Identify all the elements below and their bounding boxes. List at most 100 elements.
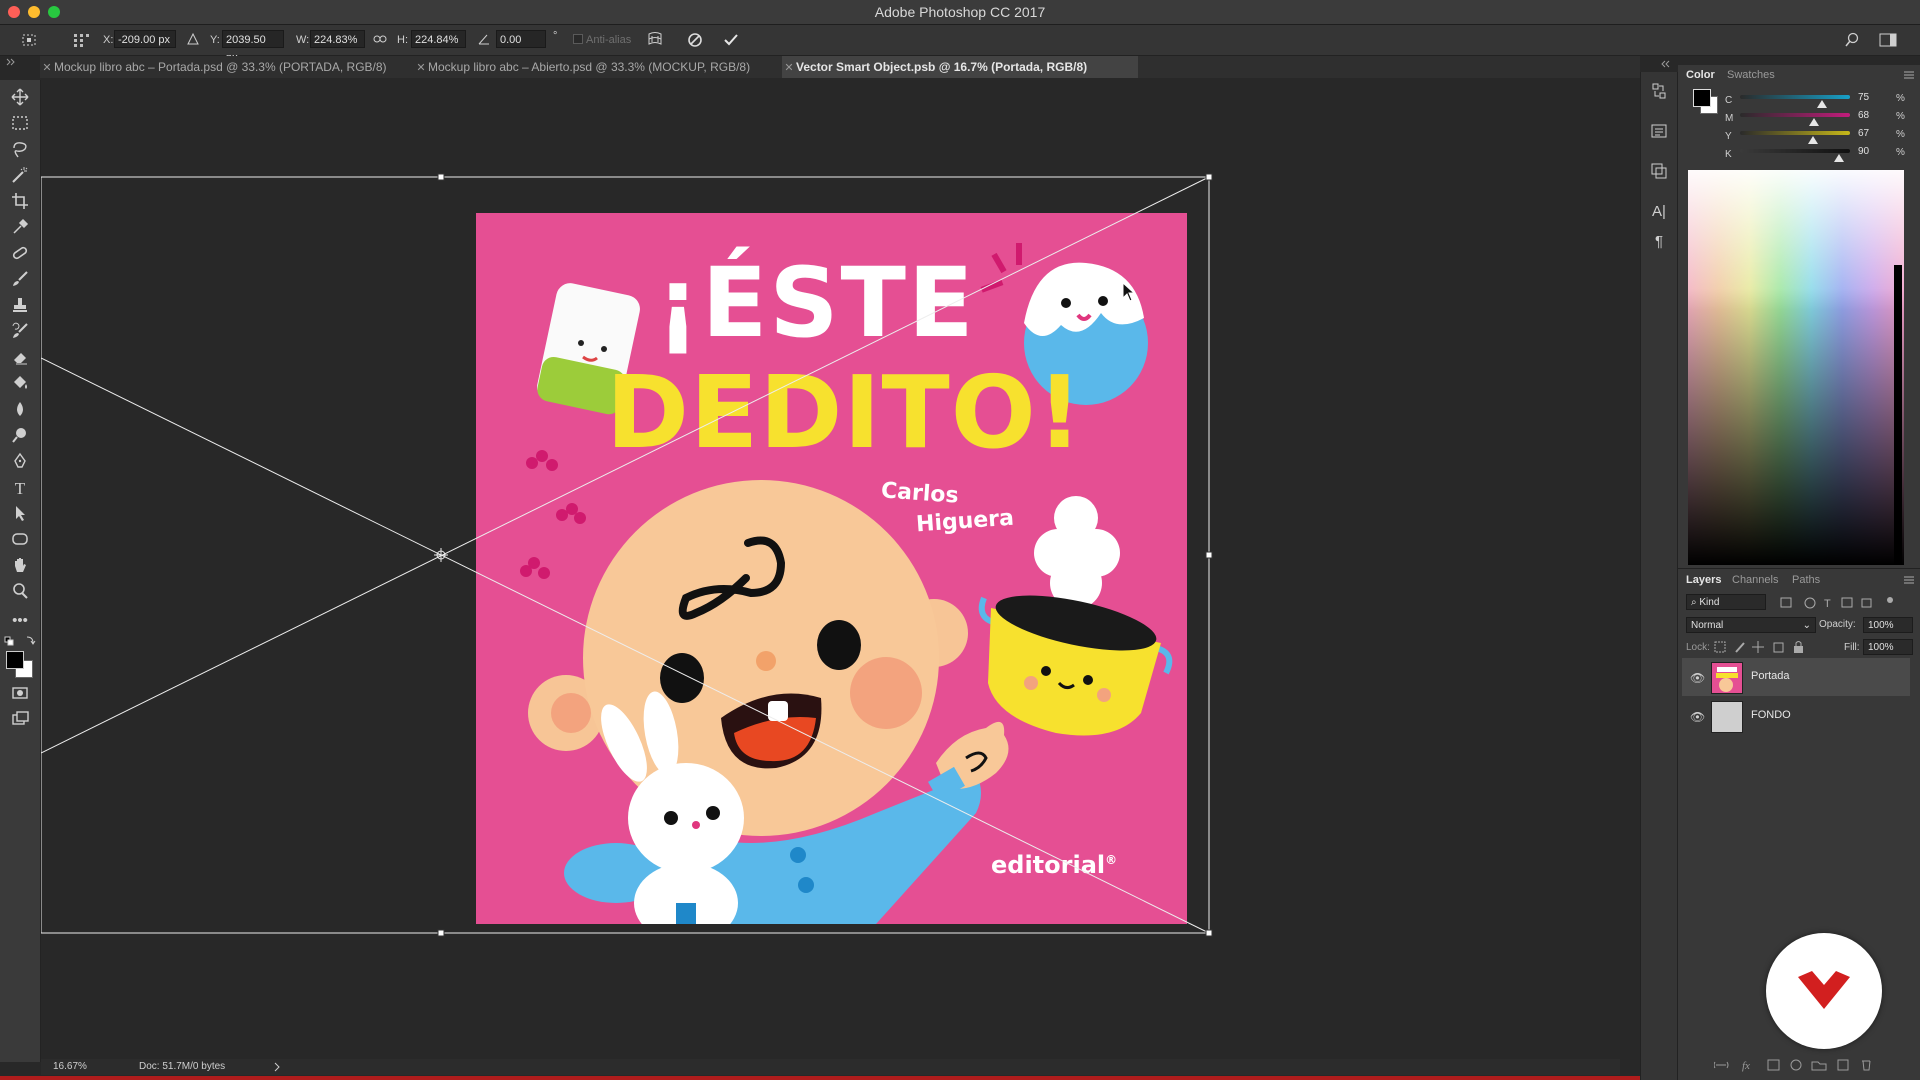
layer-row-fondo[interactable]: 👁 FONDO xyxy=(1682,697,1910,735)
magenta-value[interactable]: 68 xyxy=(1858,109,1888,123)
paragraph-panel-button[interactable]: ¶ xyxy=(1649,232,1669,252)
transform-handle-bottom-right[interactable] xyxy=(1205,929,1213,937)
transform-bounding-box[interactable] xyxy=(41,78,1620,1059)
default-colors-icon[interactable] xyxy=(3,635,39,649)
cancel-transform-icon[interactable] xyxy=(686,31,704,49)
new-layer-icon[interactable] xyxy=(1837,1059,1849,1071)
type-tool[interactable]: T xyxy=(7,478,33,500)
fx-icon[interactable]: fx xyxy=(1742,1060,1750,1072)
reference-point-icon[interactable] xyxy=(72,32,90,48)
yellow-slider-thumb[interactable] xyxy=(1808,136,1818,144)
trash-icon[interactable] xyxy=(1862,1060,1871,1071)
screen-mode-button[interactable] xyxy=(7,710,33,732)
magenta-slider-thumb[interactable] xyxy=(1809,118,1819,126)
history-brush-tool[interactable] xyxy=(7,322,33,344)
tab-channels[interactable]: Channels xyxy=(1732,574,1778,586)
cyan-slider-thumb[interactable] xyxy=(1817,100,1827,108)
close-icon[interactable]: ✕ xyxy=(414,57,428,79)
zoom-tool[interactable] xyxy=(7,582,33,604)
antialias-checkbox[interactable] xyxy=(573,34,583,44)
cyan-slider[interactable] xyxy=(1740,95,1850,99)
panel-menu-icon[interactable] xyxy=(1904,71,1914,79)
black-value[interactable]: 90 xyxy=(1858,145,1888,159)
transform-handle-right[interactable] xyxy=(1205,551,1213,559)
close-icon[interactable]: ✕ xyxy=(40,57,54,79)
add-mask-icon[interactable] xyxy=(1767,1059,1780,1071)
clone-stamp-tool[interactable] xyxy=(7,296,33,318)
shape-tool[interactable] xyxy=(7,530,33,552)
filter-toggle-icon[interactable] xyxy=(1887,597,1893,603)
lock-all-icon[interactable] xyxy=(1794,646,1803,653)
link-layers-icon[interactable] xyxy=(1714,1061,1729,1069)
collapse-arrows-icon[interactable] xyxy=(1661,60,1671,68)
smart-object-filter-icon[interactable] xyxy=(1861,598,1872,608)
magenta-slider[interactable] xyxy=(1740,113,1850,117)
new-group-icon[interactable] xyxy=(1811,1061,1827,1071)
brush-tool[interactable] xyxy=(7,270,33,292)
lasso-tool[interactable] xyxy=(7,140,33,162)
lock-position-icon[interactable] xyxy=(1752,641,1764,653)
adjustment-filter-icon[interactable] xyxy=(1804,597,1816,609)
blur-tool[interactable] xyxy=(7,400,33,422)
width-field[interactable]: 224.83% xyxy=(310,30,365,48)
layer-filter-kind[interactable]: ⌕ Kind xyxy=(1686,594,1766,610)
chevron-right-icon[interactable] xyxy=(273,1062,281,1072)
move-tool[interactable] xyxy=(7,88,33,110)
black-slider[interactable] xyxy=(1740,149,1850,153)
shape-filter-icon[interactable] xyxy=(1841,597,1853,608)
pixel-filter-icon[interactable] xyxy=(1780,597,1792,608)
tab-layers[interactable]: Layers xyxy=(1686,574,1721,586)
layer-name[interactable]: FONDO xyxy=(1751,709,1791,721)
fill-field[interactable]: 100% xyxy=(1863,639,1913,655)
foreground-color-swatch[interactable] xyxy=(1693,89,1711,107)
lock-transparent-icon[interactable] xyxy=(1714,641,1726,653)
panel-menu-icon[interactable] xyxy=(1904,576,1914,584)
transform-handle-bottom[interactable] xyxy=(437,929,445,937)
close-icon[interactable]: ✕ xyxy=(782,57,796,79)
adjustment-layer-icon[interactable] xyxy=(1790,1059,1802,1071)
eye-icon[interactable]: 👁 xyxy=(1690,710,1705,724)
link-icon[interactable] xyxy=(373,33,387,45)
yellow-slider[interactable] xyxy=(1740,131,1850,135)
crop-tool[interactable] xyxy=(7,192,33,214)
layer-name[interactable]: Portada xyxy=(1751,670,1790,682)
yellow-value[interactable]: 67 xyxy=(1858,127,1888,141)
height-field[interactable]: 224.84% xyxy=(411,30,466,48)
zoom-level[interactable]: 16.67% xyxy=(53,1061,87,1072)
quick-mask-button[interactable] xyxy=(7,684,33,706)
foreground-color-swatch[interactable] xyxy=(6,651,24,669)
history-panel-button[interactable] xyxy=(1649,82,1669,102)
pen-tool[interactable] xyxy=(7,452,33,474)
transform-handle-top-right[interactable] xyxy=(1205,173,1213,181)
workspace-icon[interactable] xyxy=(1879,32,1897,48)
healing-brush-tool[interactable] xyxy=(7,244,33,266)
black-slider-thumb[interactable] xyxy=(1834,154,1844,162)
marquee-tool[interactable] xyxy=(7,114,33,136)
lock-options[interactable] xyxy=(1714,640,1814,654)
eye-icon[interactable]: 👁 xyxy=(1690,671,1705,685)
collapse-arrows-icon[interactable] xyxy=(6,58,16,66)
y-position-field[interactable]: 2039.50 px xyxy=(222,30,284,64)
eraser-tool[interactable] xyxy=(7,348,33,370)
tab-vector-smart-object[interactable]: ✕ Vector Smart Object.psb @ 16.7% (Portad… xyxy=(782,56,1138,78)
path-selection-tool[interactable] xyxy=(7,504,33,526)
edit-toolbar-button[interactable]: ••• xyxy=(7,610,33,632)
canvas-area[interactable]: ¡ÉSTE DEDITO! Carlos Higuera editorial® xyxy=(41,78,1620,1059)
spectrum-black-bar[interactable] xyxy=(1894,265,1902,565)
magic-wand-tool[interactable] xyxy=(7,166,33,188)
tab-mockup-portada[interactable]: ✕ Mockup libro abc – Portada.psd @ 33.3% … xyxy=(40,56,410,78)
lock-pixels-icon[interactable] xyxy=(1735,642,1745,653)
warp-mode-icon[interactable] xyxy=(646,30,664,50)
commit-transform-icon[interactable] xyxy=(722,31,740,49)
blend-mode-select[interactable]: Normal ⌄ xyxy=(1686,617,1816,633)
tab-swatches[interactable]: Swatches xyxy=(1727,69,1775,81)
tab-color[interactable]: Color xyxy=(1686,69,1715,81)
x-position-field[interactable]: -209.00 px xyxy=(114,30,176,48)
type-filter-icon[interactable]: T xyxy=(1824,598,1831,610)
angle-field[interactable]: 0.00 xyxy=(496,30,546,48)
reference-point-crosshair[interactable] xyxy=(434,548,448,562)
lock-artboard-icon[interactable] xyxy=(1773,642,1784,653)
transform-tool-icon[interactable] xyxy=(20,32,38,48)
search-icon[interactable] xyxy=(1844,32,1860,48)
character-panel-button[interactable]: A| xyxy=(1649,202,1669,222)
